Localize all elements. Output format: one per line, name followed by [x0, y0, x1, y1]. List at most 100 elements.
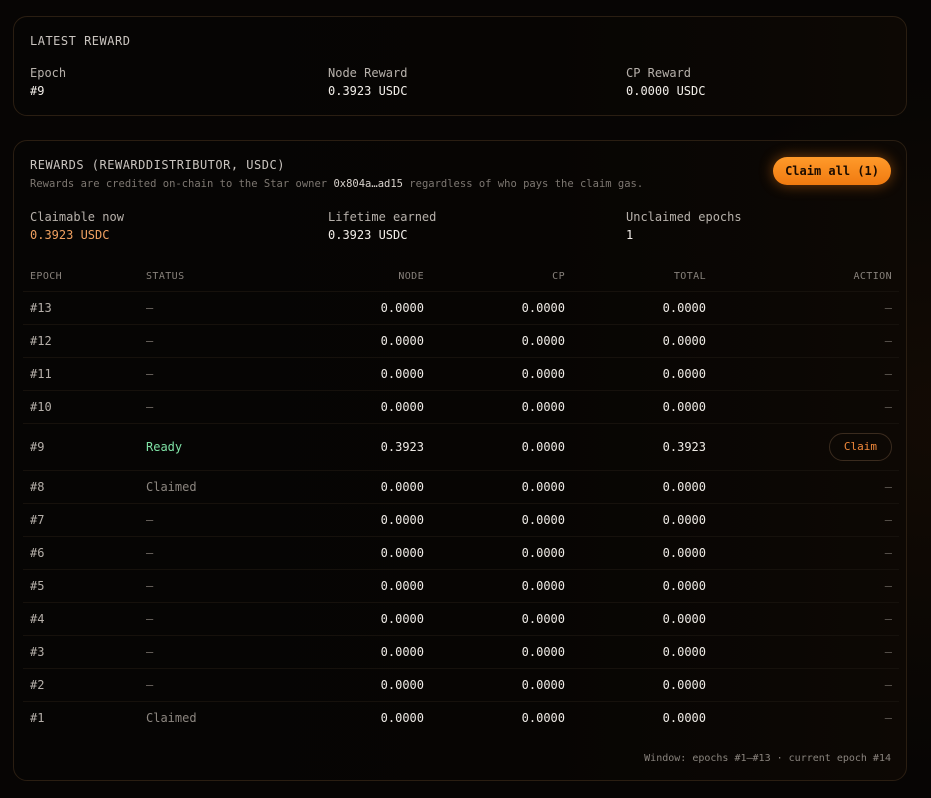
- table-header-row: EPOCH STATUS NODE CP TOTAL ACTION: [23, 261, 899, 292]
- action-cell: —: [713, 635, 899, 669]
- action-placeholder: —: [884, 546, 892, 560]
- node-cell: 0.0000: [380, 711, 424, 725]
- cp-cell: 0.0000: [431, 536, 572, 570]
- total-cell: 0.0000: [572, 536, 713, 570]
- table-row: #12—0.0000 0.0000 0.0000—: [23, 324, 899, 358]
- cp-cell: 0.0000: [431, 324, 572, 358]
- table-row: #8 Claimed 0.0000 0.0000 0.0000—: [23, 470, 899, 504]
- action-cell: —: [713, 470, 899, 504]
- node-cell: 0.0000: [259, 503, 431, 537]
- epoch-cell: #10: [23, 390, 139, 424]
- node-cell: 0.0000: [259, 291, 431, 325]
- latest-epoch-value: #9: [30, 84, 45, 98]
- epoch-cell: #13: [23, 291, 139, 325]
- cp-cell: 0.0000: [431, 357, 572, 391]
- cp-cell: 0.0000: [521, 711, 565, 725]
- claim-all-button[interactable]: Claim all (1): [773, 157, 891, 185]
- total-cell: 0.0000: [572, 569, 713, 603]
- node-cell: 0.0000: [259, 569, 431, 603]
- status-cell: —: [139, 357, 259, 391]
- owner-address: 0x804a…ad15: [333, 178, 403, 190]
- rewards-subtitle: Rewards are credited on-chain to the Sta…: [30, 178, 643, 190]
- rewards-card: REWARDS (REWARDDISTRIBUTOR, USDC) Reward…: [13, 140, 907, 781]
- total-cell: 0.0000: [572, 668, 713, 702]
- action-placeholder: —: [884, 678, 892, 692]
- node-cell: 0.3923: [259, 423, 431, 471]
- node-cell: 0.0000: [259, 635, 431, 669]
- total-cell: 0.0000: [572, 503, 713, 537]
- action-placeholder: —: [884, 400, 892, 414]
- cp-cell: 0.0000: [431, 470, 572, 504]
- rewards-title: REWARDS (REWARDDISTRIBUTOR, USDC): [30, 158, 285, 172]
- status-cell: —: [139, 602, 259, 636]
- unclaimed-epochs-value: 1: [626, 228, 634, 242]
- node-cell: 0.0000: [259, 668, 431, 702]
- lifetime-earned-value: 0.3923 USDC: [328, 228, 408, 242]
- total-cell: 0.0000: [572, 390, 713, 424]
- total-cell: 0.0000: [572, 635, 713, 669]
- epoch-cell: #12: [23, 324, 139, 358]
- table-row: #7—0.0000 0.0000 0.0000—: [23, 503, 899, 537]
- col-header-cp: CP: [431, 261, 572, 292]
- epoch-cell: #7: [23, 503, 139, 537]
- action-cell: —: [713, 357, 899, 391]
- claim-button[interactable]: Claim: [828, 433, 892, 461]
- total-cell: 0.0000: [662, 711, 706, 725]
- window-note: Window: epochs #1–#13 · current epoch #1…: [644, 753, 891, 764]
- status-cell: —: [139, 324, 259, 358]
- status-cell: —: [139, 536, 259, 570]
- epoch-cell: #6: [23, 536, 139, 570]
- total-cell: 0.0000: [572, 291, 713, 325]
- action-cell: —: [713, 569, 899, 603]
- action-placeholder: —: [884, 612, 892, 626]
- status-cell: —: [139, 291, 259, 325]
- total-cell: 0.3923: [572, 423, 713, 471]
- action-placeholder: —: [884, 334, 892, 348]
- status-cell: —: [139, 569, 259, 603]
- epoch-cell: #3: [23, 635, 139, 669]
- latest-reward-title: LATEST REWARD: [30, 34, 131, 48]
- status-cell: —: [139, 635, 259, 669]
- col-header-status: STATUS: [139, 261, 259, 292]
- latest-epoch-label: Epoch: [30, 66, 67, 80]
- latest-cp-reward-value: 0.0000 USDC: [626, 84, 706, 98]
- cp-cell: 0.0000: [431, 390, 572, 424]
- action-cell: —: [713, 536, 899, 570]
- node-cell: 0.0000: [259, 602, 431, 636]
- table-row: #4—0.0000 0.0000 0.0000—: [23, 602, 899, 636]
- action-cell: —: [713, 324, 899, 358]
- status-cell: —: [139, 503, 259, 537]
- cp-cell: 0.0000: [431, 602, 572, 636]
- table-row: #11—0.0000 0.0000 0.0000—: [23, 357, 899, 391]
- unclaimed-epochs-label: Unclaimed epochs: [626, 210, 742, 224]
- action-placeholder: —: [884, 645, 892, 659]
- action-cell: —: [713, 503, 899, 537]
- epoch-cell: #11: [23, 357, 139, 391]
- total-cell: 0.0000: [572, 324, 713, 358]
- col-header-total: TOTAL: [572, 261, 713, 292]
- status-cell: —: [139, 668, 259, 702]
- node-cell: 0.0000: [259, 324, 431, 358]
- col-header-action: ACTION: [713, 261, 899, 292]
- status-cell: —: [139, 390, 259, 424]
- action-cell: —: [713, 390, 899, 424]
- action-cell: —: [713, 291, 899, 325]
- table-row: #13—0.0000 0.0000 0.0000—: [23, 291, 899, 325]
- action-placeholder: —: [884, 301, 892, 315]
- node-cell: 0.0000: [259, 536, 431, 570]
- cp-cell: 0.0000: [431, 291, 572, 325]
- epoch-cell: #1: [30, 711, 45, 725]
- table-row: #1 Claimed 0.0000 0.0000 0.0000 —: [23, 702, 899, 735]
- latest-cp-reward-label: CP Reward: [626, 66, 692, 80]
- action-cell: —: [713, 702, 899, 735]
- action-placeholder: —: [884, 480, 892, 494]
- node-cell: 0.0000: [259, 470, 431, 504]
- col-header-epoch: EPOCH: [23, 261, 139, 292]
- table-row: #6—0.0000 0.0000 0.0000—: [23, 536, 899, 570]
- node-cell: 0.0000: [259, 357, 431, 391]
- table-row: #10—0.0000 0.0000 0.0000—: [23, 390, 899, 424]
- action-cell: —: [713, 668, 899, 702]
- action-placeholder: —: [884, 367, 892, 381]
- epoch-cell: #9: [23, 423, 139, 471]
- cp-cell: 0.0000: [431, 635, 572, 669]
